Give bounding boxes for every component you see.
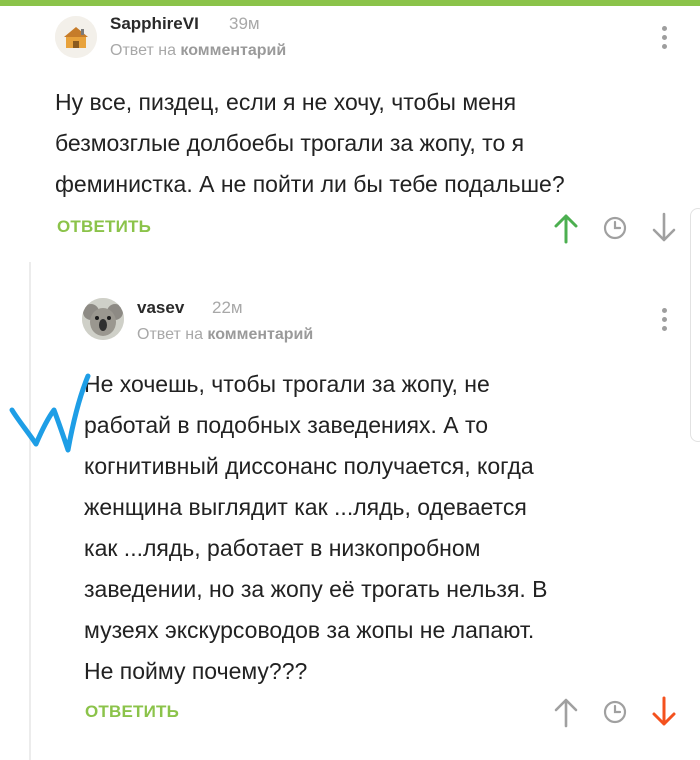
comment-time: 39м xyxy=(229,14,260,33)
reply-to-label: Ответ на комментарий xyxy=(137,326,313,344)
top-accent-bar xyxy=(0,0,700,6)
upvote-icon[interactable] xyxy=(552,696,580,728)
more-vertical-icon[interactable] xyxy=(657,308,671,336)
reply-to-link[interactable]: комментарий xyxy=(207,326,313,343)
reply-button[interactable]: ОТВЕТИТЬ xyxy=(57,217,151,237)
scrollbar-thumb[interactable] xyxy=(690,208,700,442)
downvote-icon[interactable] xyxy=(650,212,678,244)
clock-icon[interactable] xyxy=(601,696,629,728)
reply-thread-line xyxy=(29,262,31,760)
comment-text-line: работай в подобных заведениях. А то xyxy=(84,412,489,438)
comment-text-line: музеях экскурсоводов за жопы не лапают. xyxy=(84,617,535,643)
comment-text-line: заведении, но за жопу её трогать нельзя.… xyxy=(84,576,548,602)
reply-to-prefix: Ответ на xyxy=(137,326,203,343)
upvote-icon[interactable] xyxy=(552,212,580,244)
comment-time: 22м xyxy=(212,298,243,317)
comment-body: Ну все, пиздец, если я не хочу, чтобы ме… xyxy=(55,82,565,205)
comment-text-line: Не пойму почему??? xyxy=(84,658,308,684)
username[interactable]: vasev xyxy=(137,298,184,318)
avatar[interactable] xyxy=(55,16,97,58)
reply-button[interactable]: ОТВЕТИТЬ xyxy=(85,702,179,722)
more-vertical-icon[interactable] xyxy=(657,26,671,54)
comment-text-line: как ...лядь, работает в низкопробном xyxy=(84,535,481,561)
comment-text-line: Не хочешь, чтобы трогали за жопу, не xyxy=(84,371,490,397)
reply-to-label: Ответ на комментарий xyxy=(110,42,286,60)
comment-text-line: Ну все, пиздец, если я не хочу, чтобы ме… xyxy=(55,89,517,115)
avatar[interactable] xyxy=(82,298,124,340)
reply-to-link[interactable]: комментарий xyxy=(180,42,286,59)
comment-text-line: феминистка. А не пойти ли бы тебе подаль… xyxy=(55,171,565,197)
comment-text-line: женщина выглядит как ...лядь, одевается xyxy=(84,494,527,520)
reply-to-prefix: Ответ на xyxy=(110,42,176,59)
handwritten-check-icon xyxy=(4,370,94,460)
downvote-icon[interactable] xyxy=(650,696,678,728)
comment-text-line: когнитивный диссонанс получается, когда xyxy=(84,453,534,479)
clock-icon[interactable] xyxy=(601,212,629,244)
comment-body: Не хочешь, чтобы трогали за жопу, не раб… xyxy=(84,364,548,692)
comment-text-line: безмозглые долбоебы трогали за жопу, то … xyxy=(55,130,525,156)
username[interactable]: SapphireVI xyxy=(110,14,199,34)
